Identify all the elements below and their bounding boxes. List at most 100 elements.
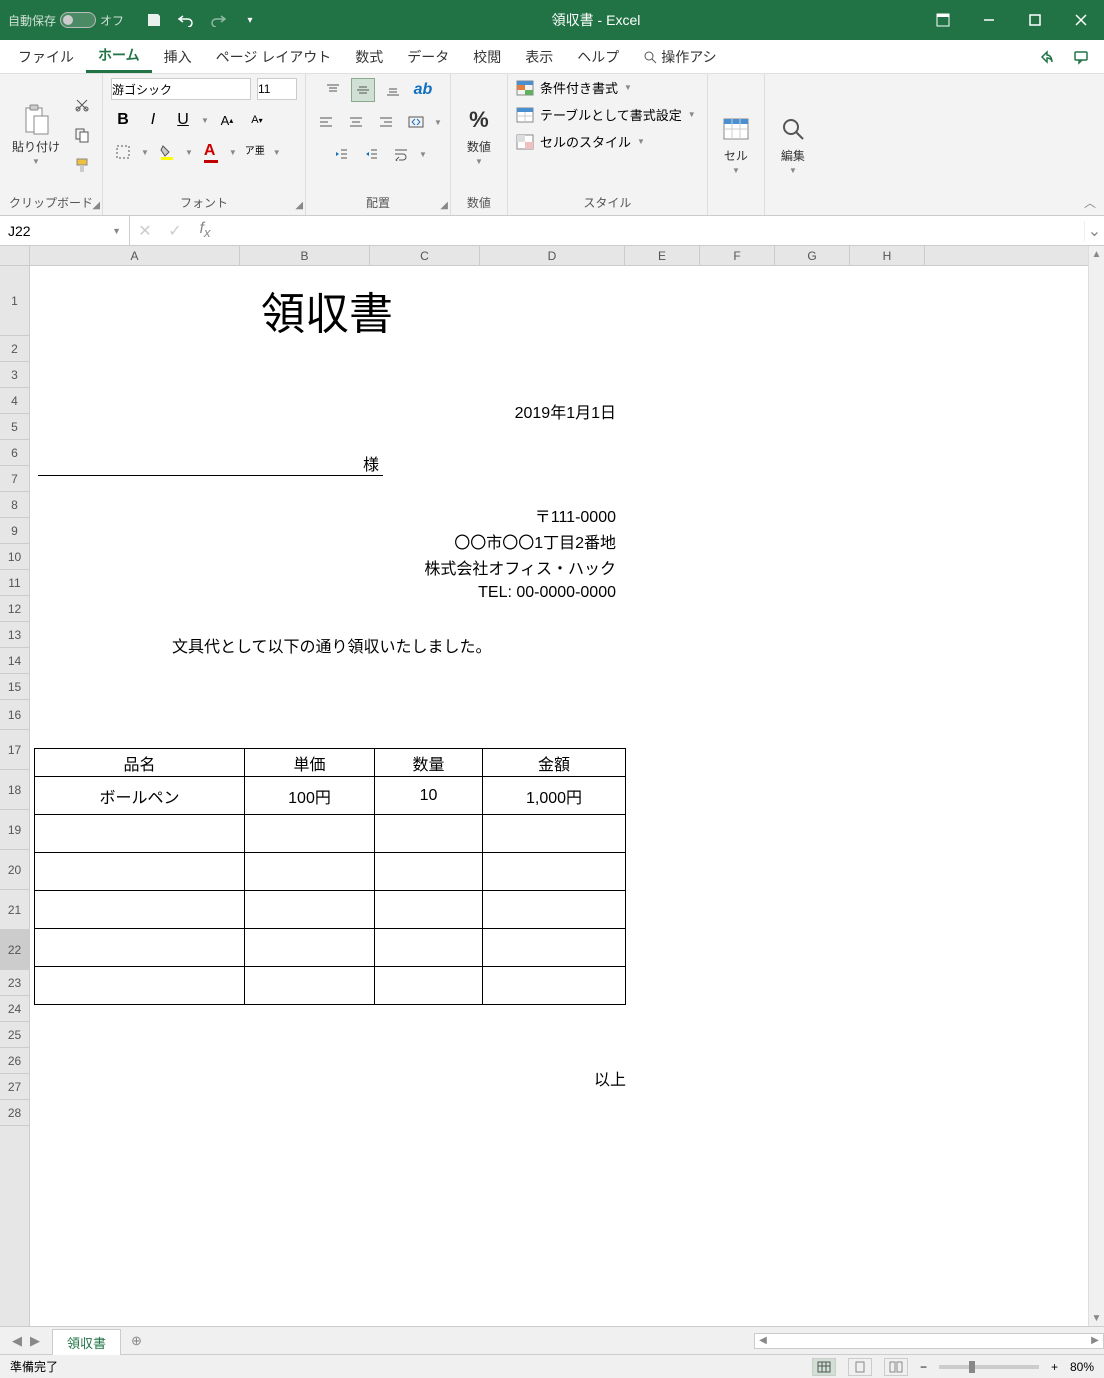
row-header[interactable]: 5 [0, 414, 29, 440]
row-header[interactable]: 17 [0, 730, 29, 770]
redo-icon[interactable] [208, 10, 228, 30]
row-header[interactable]: 18 [0, 770, 29, 810]
column-headers[interactable]: A B C D E F G H [30, 246, 1088, 266]
format-painter-button[interactable] [70, 153, 94, 177]
font-color-button[interactable]: A [199, 140, 223, 164]
align-center-button[interactable] [344, 110, 368, 134]
row-header[interactable]: 23 [0, 970, 29, 996]
col-F[interactable]: F [700, 246, 775, 265]
undo-icon[interactable] [176, 10, 196, 30]
cell-styles-button[interactable]: セルのスタイル ▼ [516, 132, 645, 151]
zoom-out-button[interactable]: − [920, 1360, 927, 1374]
dialog-launcher-icon[interactable]: ◢ [295, 200, 303, 211]
paste-button[interactable]: 貼り付け ▼ [8, 100, 64, 170]
col-H[interactable]: H [850, 246, 925, 265]
cells-button[interactable]: セル ▼ [716, 109, 756, 179]
zoom-in-button[interactable]: + [1051, 1360, 1058, 1374]
save-icon[interactable] [144, 10, 164, 30]
row-header[interactable]: 25 [0, 1022, 29, 1048]
col-G[interactable]: G [775, 246, 850, 265]
autosave-toggle[interactable]: 自動保存 オフ [0, 12, 132, 29]
tab-view[interactable]: 表示 [513, 40, 565, 73]
row-header[interactable]: 7 [0, 466, 29, 492]
row-header[interactable]: 28 [0, 1100, 29, 1126]
number-format-button[interactable]: % 数値 ▼ [459, 100, 499, 170]
horizontal-scrollbar[interactable]: ◀ ▶ [754, 1333, 1104, 1349]
cut-button[interactable] [70, 93, 94, 117]
increase-indent-button[interactable] [359, 142, 383, 166]
scroll-right-icon[interactable]: ▶ [1087, 1335, 1103, 1346]
underline-button[interactable]: U [171, 108, 195, 132]
row-header[interactable]: 10 [0, 544, 29, 570]
tab-file[interactable]: ファイル [6, 40, 86, 73]
collapse-ribbon-icon[interactable]: ︿ [1084, 194, 1096, 211]
row-header[interactable]: 4 [0, 388, 29, 414]
dialog-launcher-icon[interactable]: ◢ [92, 200, 100, 211]
font-name-input[interactable] [111, 78, 251, 100]
decrease-font-button[interactable]: A▾ [245, 108, 269, 132]
row-header[interactable]: 15 [0, 674, 29, 700]
copy-button[interactable] [70, 123, 94, 147]
tab-page-layout[interactable]: ページ レイアウト [204, 40, 344, 73]
row-header[interactable]: 6 [0, 440, 29, 466]
row-header[interactable]: 12 [0, 596, 29, 622]
conditional-formatting-button[interactable]: 条件付き書式 ▼ [516, 78, 632, 97]
bold-button[interactable]: B [111, 108, 135, 132]
align-bottom-button[interactable] [381, 78, 405, 102]
cancel-formula-button[interactable]: ✕ [130, 221, 160, 241]
dialog-launcher-icon[interactable]: ◢ [440, 200, 448, 211]
tab-data[interactable]: データ [395, 40, 461, 73]
row-header[interactable]: 2 [0, 336, 29, 362]
row-header[interactable]: 27 [0, 1074, 29, 1100]
phonetic-button[interactable]: ア亜 [243, 140, 267, 164]
row-header[interactable]: 16 [0, 700, 29, 730]
col-B[interactable]: B [240, 246, 370, 265]
ribbon-mode-icon[interactable] [920, 0, 966, 40]
scroll-up-icon[interactable]: ▲ [1089, 246, 1104, 262]
row-header[interactable]: 1 [0, 266, 29, 336]
normal-view-button[interactable] [812, 1358, 836, 1376]
row-header[interactable]: 14 [0, 648, 29, 674]
tell-me-search[interactable]: 操作アシ [631, 40, 728, 73]
orientation-button[interactable]: ab [411, 78, 435, 102]
share-button[interactable] [1030, 40, 1064, 73]
formula-input[interactable] [220, 223, 1084, 239]
row-header[interactable]: 26 [0, 1048, 29, 1074]
tab-review[interactable]: 校閲 [461, 40, 513, 73]
worksheet-grid[interactable]: A B C D E F G H 123456789101112131415161… [0, 246, 1104, 1326]
scroll-left-icon[interactable]: ◀ [755, 1335, 771, 1346]
row-headers[interactable]: 1234567891011121314151617181920212223242… [0, 266, 30, 1326]
increase-font-button[interactable]: A▴ [215, 108, 239, 132]
col-E[interactable]: E [625, 246, 700, 265]
row-header[interactable]: 9 [0, 518, 29, 544]
tab-home[interactable]: ホーム [86, 40, 152, 73]
zoom-level[interactable]: 80% [1070, 1360, 1094, 1374]
scroll-down-icon[interactable]: ▼ [1089, 1310, 1104, 1326]
align-left-button[interactable] [314, 110, 338, 134]
row-header[interactable]: 22 [0, 930, 29, 970]
expand-formula-bar-icon[interactable]: ⌄ [1084, 221, 1104, 241]
italic-button[interactable]: I [141, 108, 165, 132]
borders-button[interactable] [111, 140, 135, 164]
decrease-indent-button[interactable] [329, 142, 353, 166]
cells-area[interactable]: 領収書 2019年1月1日 様 〒111-0000 〇〇市〇〇1丁目2番地 株式… [30, 266, 1088, 1326]
editing-button[interactable]: 編集 ▼ [773, 109, 813, 179]
wrap-text-button[interactable] [389, 142, 413, 166]
name-box[interactable]: J22 ▼ [0, 216, 130, 245]
select-all-button[interactable] [0, 246, 30, 266]
align-middle-button[interactable] [351, 78, 375, 102]
row-header[interactable]: 3 [0, 362, 29, 388]
fx-button[interactable]: fx [190, 220, 220, 240]
align-right-button[interactable] [374, 110, 398, 134]
new-sheet-button[interactable]: ⊕ [131, 1333, 142, 1349]
minimize-button[interactable] [966, 0, 1012, 40]
align-top-button[interactable] [321, 78, 345, 102]
sheet-nav-prev-icon[interactable]: ◀ [12, 1333, 22, 1349]
sheet-tab-active[interactable]: 領収書 [52, 1329, 121, 1355]
zoom-slider[interactable] [939, 1365, 1039, 1369]
tab-help[interactable]: ヘルプ [565, 40, 631, 73]
comments-button[interactable] [1064, 40, 1098, 73]
row-header[interactable]: 24 [0, 996, 29, 1022]
qat-customize-icon[interactable]: ▾ [240, 10, 260, 30]
col-A[interactable]: A [30, 246, 240, 265]
